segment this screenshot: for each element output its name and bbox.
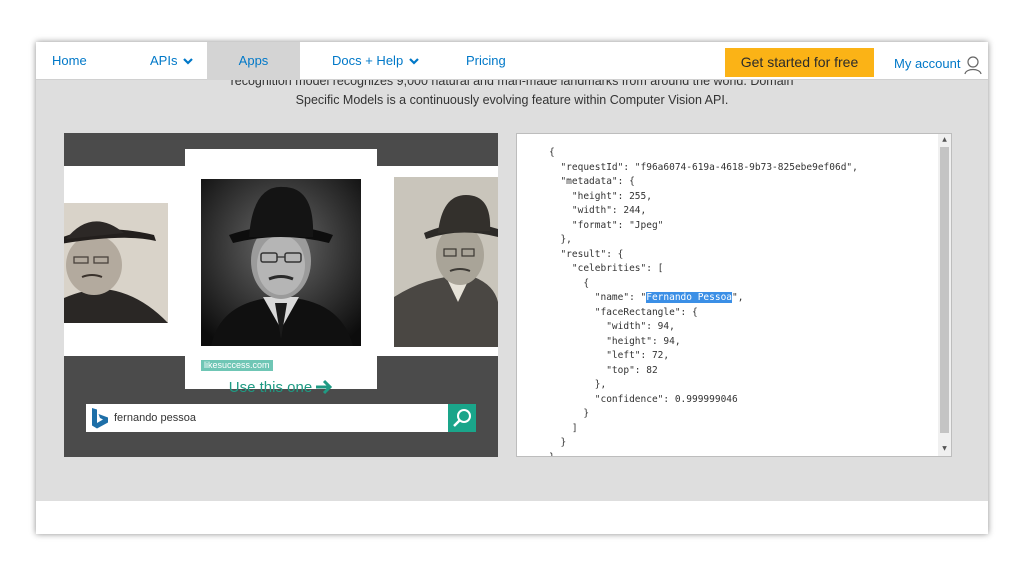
json-line: "confidence": 0.999999046 [549, 393, 738, 405]
json-line: } [549, 451, 555, 457]
arrow-right-icon [316, 379, 333, 395]
json-name-suffix: ", [732, 292, 744, 303]
json-line: "faceRectangle": { [549, 306, 698, 318]
json-line: } [549, 408, 590, 419]
chevron-down-icon [409, 58, 419, 65]
selected-image-card: likesuccess.com Use this one [185, 149, 377, 396]
search-icon [453, 409, 471, 427]
scroll-down-icon[interactable]: ▼ [938, 445, 951, 452]
carousel-image-left[interactable] [64, 203, 168, 323]
nav-docs-label: Docs + Help [332, 53, 404, 68]
json-line: "metadata": { [549, 176, 635, 187]
selected-celebrity-image [201, 179, 361, 346]
bing-logo-icon [92, 408, 108, 429]
json-result-panel[interactable]: { "requestId": "f96a6074-619a-4618-9b73-… [516, 133, 952, 457]
json-line: "height": 255, [549, 190, 652, 202]
image-picker-panel: likesuccess.com Use this one fernando pe… [64, 133, 498, 457]
get-started-button[interactable]: Get started for free [725, 48, 874, 77]
json-line: } [549, 437, 567, 448]
my-account-label: My account [894, 56, 961, 71]
json-line: "celebrities": [ [549, 263, 664, 274]
json-line: { [549, 147, 555, 158]
json-scrollbar[interactable]: ▲ ▼ [938, 134, 951, 456]
user-icon [964, 55, 983, 74]
nav-home[interactable]: Home [52, 42, 87, 80]
use-this-one-button[interactable]: Use this one [185, 379, 377, 396]
nav-apis[interactable]: APIs [150, 42, 194, 80]
json-line: "width": 244, [549, 205, 647, 216]
carousel-image-right[interactable] [394, 177, 498, 347]
image-search-input[interactable]: fernando pessoa [114, 404, 196, 432]
json-line: "result": { [549, 248, 624, 260]
scrollbar-thumb[interactable] [940, 147, 949, 433]
nav-apis-label: APIs [150, 53, 178, 68]
nav-apps[interactable]: Apps [207, 42, 300, 80]
json-line: "top": 82 [549, 364, 658, 376]
json-line: { [549, 277, 590, 289]
image-search-box: fernando pessoa [86, 404, 476, 432]
browser-page: Home APIs Apps Docs + Help Pricing Get s… [36, 42, 988, 534]
highlighted-celebrity-name[interactable]: Fernando Pessoa [646, 292, 733, 303]
intro-text-line2: Specific Models is a continuously evolvi… [295, 93, 729, 107]
my-account-link[interactable]: My account [894, 42, 983, 80]
page-footer-area [36, 501, 988, 534]
json-line: "left": 72, [549, 350, 670, 361]
json-line-name: "name": "Fernando Pessoa", [549, 291, 858, 306]
top-navbar: Home APIs Apps Docs + Help Pricing Get s… [36, 42, 988, 80]
nav-pricing[interactable]: Pricing [466, 42, 506, 80]
nav-docs-help[interactable]: Docs + Help [332, 42, 419, 80]
scroll-up-icon[interactable]: ▲ [938, 136, 951, 143]
json-line: }, [549, 234, 572, 245]
json-line: "width": 94, [549, 321, 675, 332]
json-line: "requestId": "f96a6074-619a-4618-9b73-82… [549, 161, 858, 173]
search-button[interactable] [448, 404, 476, 432]
json-line: ] [549, 422, 578, 434]
json-line: }, [549, 379, 607, 390]
use-this-one-label: Use this one [228, 379, 313, 396]
json-line: "height": 94, [549, 335, 681, 347]
image-source-label: likesuccess.com [201, 360, 273, 371]
json-line: "format": "Jpeg" [549, 219, 664, 231]
json-response-text[interactable]: { "requestId": "f96a6074-619a-4618-9b73-… [549, 146, 858, 457]
chevron-down-icon [183, 58, 194, 65]
json-name-prefix: "name": " [549, 292, 647, 303]
